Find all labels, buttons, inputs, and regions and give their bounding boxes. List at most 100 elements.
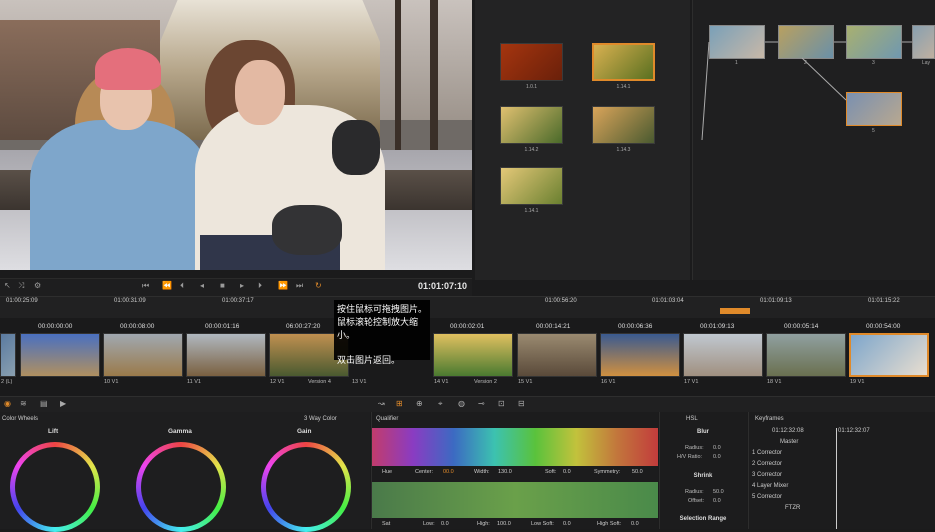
gallery-still[interactable] [592, 106, 655, 144]
gallery-still[interactable] [592, 43, 655, 81]
clip-thumbnail[interactable] [433, 333, 513, 377]
gear-icon[interactable]: ⚙ [34, 281, 41, 290]
viewer-person [235, 60, 285, 125]
qualifier-tool-icon[interactable]: ⊞ [396, 399, 403, 408]
blur-radius-value[interactable]: 0.0 [713, 445, 721, 451]
clip-thumbnail[interactable] [103, 333, 183, 377]
clip-timecode: 00:00:54:00 [866, 323, 901, 330]
color-wheels-icon[interactable]: ◉ [4, 399, 11, 408]
symmetry-label: Symmetry: [594, 469, 621, 475]
high-value[interactable]: 100.0 [497, 521, 511, 527]
low-soft-value[interactable]: 0.0 [563, 521, 571, 527]
gallery-still[interactable] [500, 106, 563, 144]
shuffle-icon[interactable]: ⤨ [18, 281, 24, 291]
key-tool-icon[interactable]: ⊸ [478, 399, 485, 408]
3d-icon[interactable]: ⊟ [518, 399, 525, 408]
qualifier-title: Qualifier [376, 416, 399, 422]
loop-icon[interactable]: ↻ [315, 281, 322, 290]
keyframe-playhead[interactable] [836, 428, 837, 529]
high-soft-value[interactable]: 0.0 [631, 521, 639, 527]
master-row[interactable]: Master [780, 439, 798, 445]
clip-label: 13 V1 [352, 379, 367, 385]
palette-toolbar [0, 396, 935, 412]
curves-icon[interactable]: ≋ [20, 399, 27, 408]
qualifier-mode-select[interactable]: HSL [686, 416, 698, 422]
hv-ratio-value[interactable]: 0.0 [713, 454, 721, 460]
high-label: High: [477, 521, 490, 527]
video-viewer[interactable] [0, 0, 472, 270]
step-forward-icon[interactable]: ⏵ [258, 281, 262, 291]
still-label: 1.0.1 [525, 84, 538, 90]
clip-label: 11 V1 [187, 379, 201, 385]
keyframe-track[interactable]: 1 Corrector [752, 450, 782, 456]
sat-spectrum[interactable] [372, 482, 658, 518]
lift-wheel[interactable] [10, 442, 100, 532]
hue-spectrum[interactable] [372, 428, 658, 466]
keyframe-track[interactable]: 2 Corrector [752, 461, 782, 467]
viewer-tree [395, 0, 401, 170]
play-icon[interactable]: ▸ [240, 281, 244, 290]
curve-tool-icon[interactable]: ↝ [378, 399, 385, 408]
last-frame-icon[interactable]: ⏭ [296, 281, 303, 291]
timeline-mark: 01:01:15:22 [868, 298, 900, 304]
gamma-wheel[interactable] [136, 442, 226, 532]
shrink-radius-label: Radius: [685, 489, 704, 495]
timeline-mark: 01:00:56:20 [545, 298, 577, 304]
gallery-still[interactable] [500, 167, 563, 205]
timeline-mark: 01:00:31:09 [114, 298, 146, 304]
low-value[interactable]: 0.0 [441, 521, 449, 527]
center-value[interactable]: 00.0 [443, 469, 454, 475]
blur-radius-label: Radius: [685, 445, 704, 451]
clip-label: 19 V1 [850, 379, 865, 385]
soft-value[interactable]: 0.0 [563, 469, 571, 475]
clip-thumbnail[interactable] [0, 333, 16, 377]
wheel-center [141, 447, 221, 527]
wheels-mode-select[interactable]: 3 Way Color [304, 416, 337, 422]
keyframe-track[interactable]: 4 Layer Mixer [752, 483, 788, 489]
width-value[interactable]: 130.0 [498, 469, 512, 475]
clip-timecode: 00:00:08:00 [120, 323, 155, 330]
viewer-hat [95, 48, 161, 90]
stop-icon[interactable]: ■ [220, 281, 225, 290]
keyframe-track[interactable]: 3 Corrector [752, 472, 782, 478]
blur-tool-icon[interactable]: ◍ [458, 399, 465, 408]
offset-value[interactable]: 0.0 [713, 498, 721, 504]
symmetry-value[interactable]: 50.0 [632, 469, 643, 475]
help-tooltip: 按住鼠标可拖拽图片。 鼠标滚轮控制放大缩小。 双击图片返回。 [334, 300, 430, 365]
tracker-icon[interactable]: ⌖ [438, 399, 443, 409]
clip-thumbnail[interactable] [766, 333, 846, 377]
viewer-person [30, 120, 210, 270]
tooltip-line: 按住鼠标可拖拽图片。 [337, 304, 428, 314]
playhead[interactable] [720, 308, 750, 314]
first-frame-icon[interactable]: ⏮ [142, 281, 149, 291]
tooltip-line: 鼠标滚轮控制放大缩小。 [337, 317, 419, 340]
gain-wheel[interactable] [261, 442, 351, 532]
clip-timecode: 00:01:09:13 [700, 323, 735, 330]
clip-thumbnail[interactable] [683, 333, 763, 377]
viewer-timecode: 01:01:07:10 [418, 281, 468, 291]
pointer-icon[interactable]: ↖ [4, 281, 11, 290]
clip-thumbnail[interactable] [600, 333, 680, 377]
clip-version: Version 4 [308, 379, 331, 385]
next-icon[interactable]: ⏩ [278, 281, 288, 290]
clip-thumbnail[interactable] [517, 333, 597, 377]
sizing-icon[interactable]: ⊡ [498, 399, 505, 408]
keyframe-timecode: 01:12:32:07 [838, 428, 870, 434]
prev-icon[interactable]: ⏪ [162, 281, 172, 290]
clip-thumbnail[interactable] [186, 333, 266, 377]
window-tool-icon[interactable]: ⊕ [416, 399, 423, 408]
shrink-radius-value[interactable]: 50.0 [713, 489, 724, 495]
keyframe-track[interactable]: 5 Corrector [752, 494, 782, 500]
keyframe-track[interactable]: FTZR [785, 505, 800, 511]
still-label: 1.14.1 [524, 208, 539, 214]
camera-icon[interactable]: ▶ [60, 399, 66, 408]
levels-icon[interactable]: ▤ [40, 399, 48, 408]
step-back-icon[interactable]: ⏴ [180, 281, 184, 291]
offset-label: Offset: [688, 498, 705, 504]
gallery-still[interactable] [500, 43, 563, 81]
clip-thumbnail[interactable] [20, 333, 100, 377]
clip-thumbnail-selected[interactable] [849, 333, 929, 377]
reverse-icon[interactable]: ◂ [200, 281, 204, 290]
still-label: 1.14.3 [616, 147, 631, 153]
lift-label: Lift [48, 428, 59, 435]
